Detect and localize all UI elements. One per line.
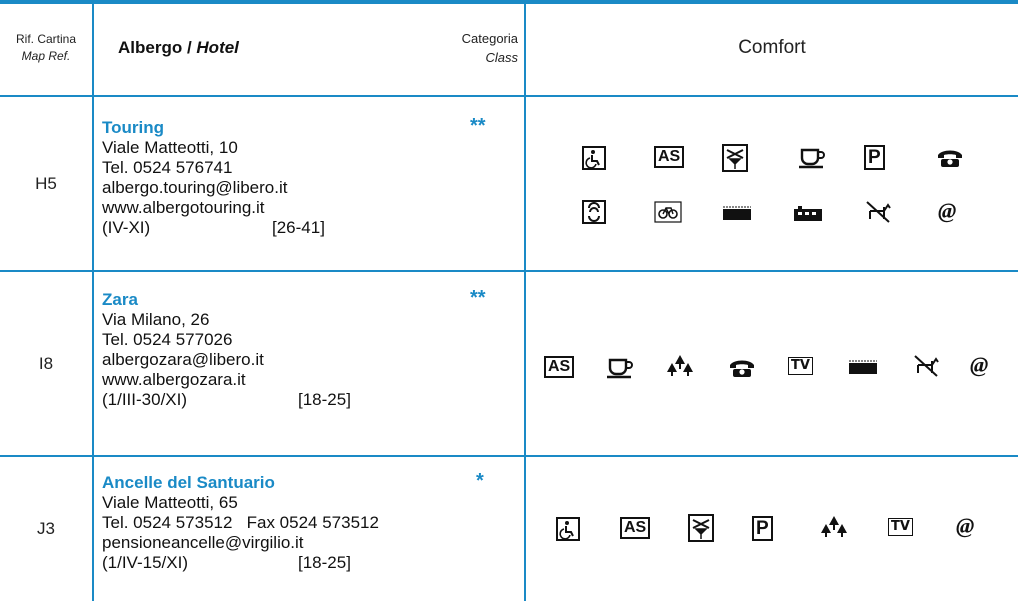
trees-icon: [666, 354, 694, 380]
hotel-period: (1/IV-15/XI) [18-25]: [102, 553, 518, 573]
parking-icon: P: [864, 145, 885, 170]
cup-icon: [798, 146, 826, 170]
hotel-open-period: (IV-XI): [102, 218, 151, 237]
wheelchair-icon: [556, 517, 580, 541]
header-comfort: Comfort: [526, 0, 1018, 96]
train-icon: [792, 204, 824, 222]
hotel-email: albergo.touring@libero.it: [102, 178, 288, 197]
hotel-price: [26-41]: [272, 218, 325, 237]
hotel-entry: Touring Viale Matteotti, 10 Tel. 0524 57…: [102, 118, 518, 238]
restaurant-icon: [688, 514, 714, 542]
tv-icon: TV: [888, 518, 913, 536]
map-ref-cell: H5: [35, 173, 57, 193]
hotel-open-period: (1/IV-15/XI): [102, 553, 188, 572]
phone-icon: [728, 358, 756, 378]
header-hotel: Albergo / Hotel: [118, 0, 418, 96]
hotel-entry: Ancelle del Santuario Viale Matteotti, 6…: [102, 473, 518, 573]
class-stars: **: [470, 115, 486, 137]
header-comfort-label: Comfort: [738, 37, 806, 58]
hotel-phone: Tel. 0524 576741: [102, 158, 233, 177]
hotel-website: www.albergozara.it: [102, 370, 246, 389]
hotel-period: (IV-XI) [26-41]: [102, 218, 518, 238]
map-ref-cell: J3: [37, 519, 55, 538]
hotel-name: Ancelle del Santuario: [102, 473, 275, 492]
hotel-address: Via Milano, 26: [102, 310, 210, 329]
row-divider: [0, 270, 1018, 272]
wheelchair-icon: [582, 146, 606, 170]
header-ref-label-en: Map Ref.: [21, 49, 71, 63]
hotel-address: Viale Matteotti, 10: [102, 138, 238, 157]
column-divider: [92, 0, 94, 601]
landscape-icon: [722, 205, 752, 221]
pets-icon: [912, 353, 940, 379]
hotel-email: pensioneancelle@virgilio.it: [102, 533, 304, 552]
header-hotel-label-en: Hotel: [196, 38, 239, 57]
hotel-name: Touring: [102, 118, 164, 137]
header-class-label-en: Class: [485, 50, 518, 65]
hotel-address: Viale Matteotti, 65: [102, 493, 238, 512]
header-class-label: Categoria: [461, 31, 518, 46]
restaurant-icon: [722, 144, 748, 172]
trees-icon: [820, 515, 848, 541]
as-icon: AS: [654, 146, 685, 168]
class-stars: *: [476, 470, 484, 492]
hotel-price: [18-25]: [298, 390, 351, 409]
hotel-phone: Tel. 0524 577026: [102, 330, 233, 349]
hotel-website: www.albergotouring.it: [102, 198, 265, 217]
hotel-phone: Tel. 0524 573512 Fax 0524 573512: [102, 513, 379, 532]
hotel-period: (1/III-30/XI) [18-25]: [102, 390, 518, 410]
spa-icon: [582, 200, 606, 224]
tv-icon: TV: [788, 357, 813, 375]
bicycle-icon: [654, 201, 682, 223]
hotel-name: Zara: [102, 290, 138, 309]
header-class: Categoria Class: [426, 0, 518, 96]
pets-icon: [864, 199, 892, 225]
header-hotel-label: Albergo /: [118, 38, 197, 57]
hotel-table: Rif. Cartina Map Ref. Albergo / Hotel Ca…: [0, 0, 1018, 601]
as-icon: AS: [620, 517, 651, 539]
at-icon: @: [970, 352, 989, 377]
at-icon: @: [938, 198, 957, 223]
landscape-icon: [848, 359, 878, 375]
hotel-email: albergozara@libero.it: [102, 350, 264, 369]
hotel-open-period: (1/III-30/XI): [102, 390, 188, 409]
as-icon: AS: [544, 356, 575, 378]
header-ref-label: Rif. Cartina: [15, 32, 77, 46]
hotel-entry: Zara Via Milano, 26 Tel. 0524 577026 alb…: [102, 290, 518, 410]
parking-icon: P: [752, 516, 773, 541]
at-icon: @: [956, 513, 975, 538]
cup-icon: [606, 356, 634, 380]
row-divider: [0, 455, 1018, 457]
hotel-price: [18-25]: [298, 553, 351, 572]
class-stars: **: [470, 287, 486, 309]
map-ref-cell: I8: [38, 353, 54, 373]
header-map-ref: Rif. Cartina Map Ref.: [0, 0, 92, 96]
phone-icon: [936, 148, 964, 168]
